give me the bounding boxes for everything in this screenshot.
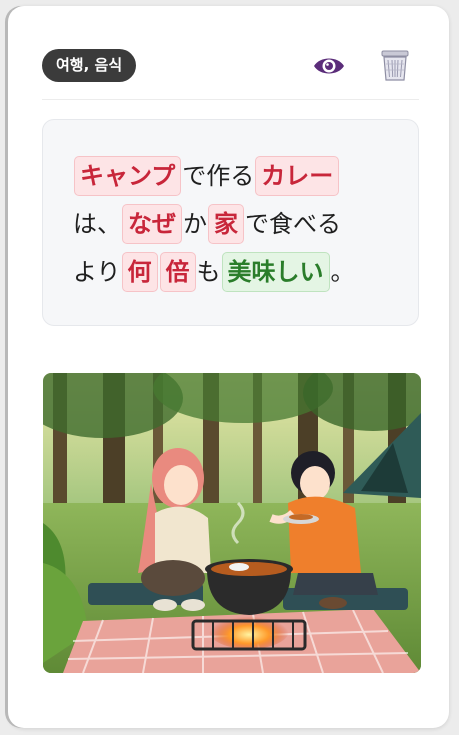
- card-header: 여행, 음식: [42, 44, 419, 92]
- sentence-line-1: キャンプ で作る カレー: [73, 152, 403, 200]
- toggle-visibility-button[interactable]: [312, 52, 346, 80]
- trash-icon: [381, 50, 409, 81]
- eye-icon: [314, 58, 344, 74]
- header-divider: [42, 99, 419, 100]
- sentence-text: で食べる: [245, 210, 341, 238]
- word-chip[interactable]: 美味しい: [221, 252, 330, 292]
- illustration-art: [43, 373, 421, 673]
- word-chip[interactable]: カレー: [255, 156, 340, 196]
- delete-button[interactable]: [379, 48, 411, 82]
- sentence-text: 。: [330, 258, 355, 286]
- sentence-panel: キャンプ で作る カレー は、 なぜ か 家 で食べる より 何 倍 も 美味し…: [42, 119, 419, 326]
- sentence-text: か: [183, 210, 207, 238]
- word-chip[interactable]: キャンプ: [74, 156, 182, 196]
- word-chip[interactable]: 倍: [159, 252, 196, 292]
- japanese-sentence: キャンプ で作る カレー は、 なぜ か 家 で食べる より 何 倍 も 美味し…: [73, 152, 403, 296]
- sentence-text: も: [196, 258, 221, 286]
- flashcard: 여행, 음식 キャンプ で作る カレー は、 なぜ か 家 で食べる より 何 …: [8, 6, 449, 728]
- sentence-line-2: は、 なぜ か 家 で食べる: [73, 200, 403, 248]
- sentence-line-3: より 何 倍 も 美味しい 。: [73, 248, 403, 296]
- category-tag[interactable]: 여행, 음식: [42, 49, 137, 82]
- sentence-text: は、: [73, 210, 121, 238]
- sentence-text: で作る: [182, 162, 255, 190]
- word-chip[interactable]: なぜ: [122, 204, 182, 244]
- word-chip[interactable]: 何: [121, 252, 158, 292]
- word-chip[interactable]: 家: [208, 204, 244, 244]
- sentence-text: より: [73, 258, 121, 286]
- camp-curry-illustration: [43, 373, 421, 673]
